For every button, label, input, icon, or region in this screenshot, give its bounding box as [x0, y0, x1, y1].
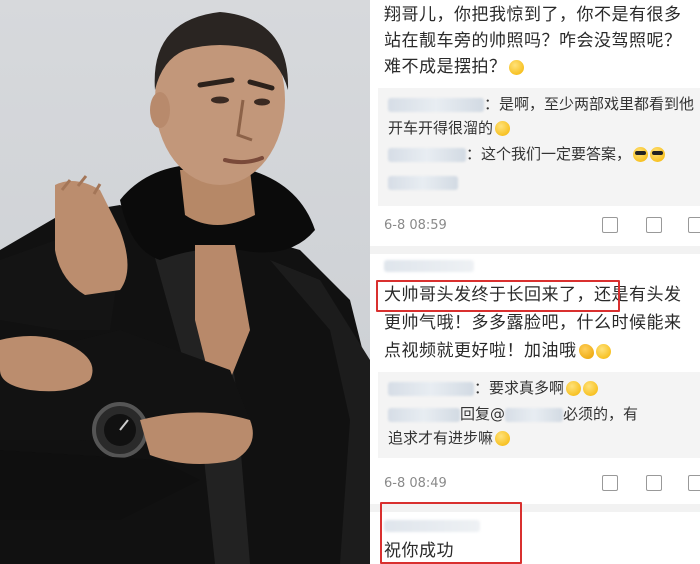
username-blurred	[388, 147, 466, 162]
comment-1-replies[interactable]: ：是啊，至少两部戏里都看到他 开车开得很溜的 ：这个我们一定要答案，	[378, 88, 700, 206]
reply-1-2: ：这个我们一定要答案，	[388, 144, 666, 164]
comment-2-line-3: 点视频就更好啦！加油哦	[384, 338, 611, 364]
username-blurred	[388, 97, 484, 112]
reply-1-1: ：是啊，至少两部戏里都看到他	[388, 94, 694, 114]
actor-photo	[0, 0, 370, 564]
mention-blurred	[505, 407, 564, 422]
reply-1-3	[388, 172, 458, 192]
smile-emoji-icon	[495, 431, 511, 446]
reply-2-1: ：要求真多啊	[388, 378, 599, 398]
comment-2-time: 6-8 08:49	[384, 476, 447, 491]
comments-panel: 翔哥儿，你把我惊到了，你不是有很多 站在靓车旁的帅照吗？咋会没驾照呢？ 难不成是…	[370, 0, 700, 564]
username-blurred	[384, 260, 474, 272]
username-blurred	[388, 381, 474, 396]
divider	[370, 246, 700, 254]
username-blurred	[388, 407, 460, 422]
highlight-box	[376, 280, 620, 312]
reply-2-2: 回复@ 必须的，有	[388, 404, 638, 424]
shocked-emoji-icon	[595, 343, 611, 359]
comment-1-time: 6-8 08:59	[384, 218, 447, 233]
reply-1-1-continued: 开车开得很溜的	[388, 118, 511, 138]
cool-emoji-icon	[650, 147, 666, 162]
highlight-box	[380, 502, 522, 564]
like-icon[interactable]	[688, 475, 700, 491]
laugh-emoji-icon	[508, 59, 524, 75]
comment-1-line-3: 难不成是摆拍？	[384, 54, 524, 80]
comment-icon[interactable]	[646, 217, 662, 233]
comment-1-line-2: 站在靓车旁的帅照吗？咋会没驾照呢？	[384, 31, 682, 51]
comment-icon[interactable]	[646, 475, 662, 491]
like-icon[interactable]	[688, 217, 700, 233]
cool-emoji-icon	[633, 147, 649, 162]
reply-blurred	[388, 175, 458, 190]
smile-emoji-icon	[495, 121, 511, 136]
share-icon[interactable]	[602, 475, 618, 491]
smile-emoji-icon	[583, 381, 599, 396]
actor-photo-illustration	[0, 12, 370, 564]
comment-1-line-1: 翔哥儿，你把我惊到了，你不是有很多	[384, 5, 682, 25]
reply-2-2-continued: 追求才有进步嘛	[388, 428, 511, 448]
comment-2-line-2: 更帅气哦！多多露脸吧，什么时候能来	[384, 313, 682, 333]
muscle-emoji-icon	[578, 343, 594, 359]
share-icon[interactable]	[602, 217, 618, 233]
smile-emoji-icon	[566, 381, 582, 396]
comment-2-replies[interactable]: ：要求真多啊 回复@ 必须的，有 追求才有进步嘛	[378, 372, 700, 458]
